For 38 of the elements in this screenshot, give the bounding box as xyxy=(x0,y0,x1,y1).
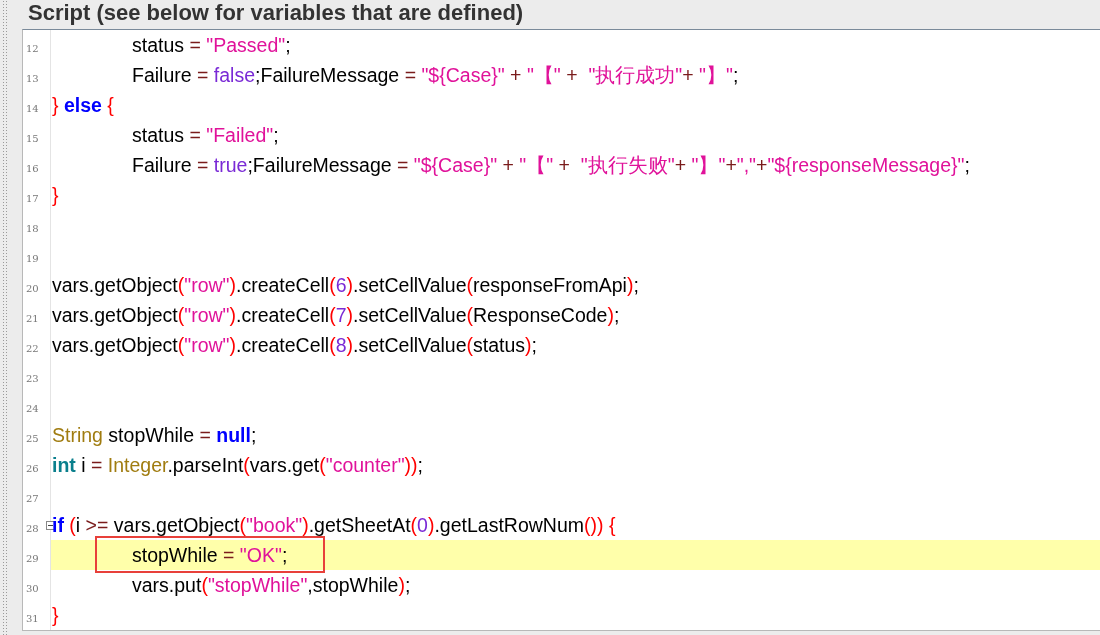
code-line: Failure = false;FailureMessage = "${Case}" + "【" + "执行成功"+ "】"; xyxy=(131,62,739,88)
code-line: } xyxy=(52,183,59,207)
line-number: 19 xyxy=(25,252,39,264)
code-line: } xyxy=(52,603,59,627)
panel-title: Script (see below for variables that are defined) xyxy=(27,0,525,27)
line-number: 16 xyxy=(25,162,39,174)
line-number: 31 xyxy=(25,612,39,624)
code-line: stopWhile = "OK"; xyxy=(131,543,288,567)
line-number: 17 xyxy=(25,192,39,204)
line-number: 26 xyxy=(25,462,39,474)
line-number: 23 xyxy=(25,372,39,384)
line-number: 13 xyxy=(25,72,39,84)
line-number: 27 xyxy=(25,492,39,504)
line-number: 22 xyxy=(25,342,39,354)
collapse-icon[interactable] xyxy=(46,521,55,530)
line-number: 21 xyxy=(25,312,39,324)
line-number: 24 xyxy=(25,402,39,414)
line-number: 15 xyxy=(25,132,39,144)
line-number: 18 xyxy=(25,222,39,234)
line-number: 29 xyxy=(25,552,39,564)
code-line: vars.getObject("row").createCell(6).setCellValue(responseFromApi); xyxy=(52,273,639,297)
code-line: vars.put("stopWhile",stopWhile); xyxy=(131,573,411,597)
code-line: int i = Integer.parseInt(vars.get("counter")); xyxy=(52,453,424,477)
line-number: 12 xyxy=(25,42,39,54)
line-number: 25 xyxy=(25,432,39,444)
code-line: String stopWhile = null; xyxy=(52,423,257,447)
code-line: vars.getObject("row").createCell(8).setCellValue(status); xyxy=(52,333,537,357)
code-line: status = "Failed"; xyxy=(131,123,279,147)
code-editor[interactable] xyxy=(22,29,1100,631)
code-line: } else { xyxy=(52,93,114,117)
line-number: 20 xyxy=(25,282,39,294)
code-line: vars.getObject("row").createCell(7).setCellValue(ResponseCode); xyxy=(52,303,620,327)
line-number: 30 xyxy=(25,582,39,594)
line-number: 28 xyxy=(25,522,39,534)
code-line: if (i >= vars.getObject("book").getSheetAt(0).getLastRowNum()) { xyxy=(52,513,616,537)
code-line: status = "Passed"; xyxy=(131,33,291,57)
line-number: 14 xyxy=(25,102,39,114)
code-line: Failure = true;FailureMessage = "${Case}" + "【" + "执行失败"+ "】"+","+"${responseMessage}"; xyxy=(131,152,970,178)
